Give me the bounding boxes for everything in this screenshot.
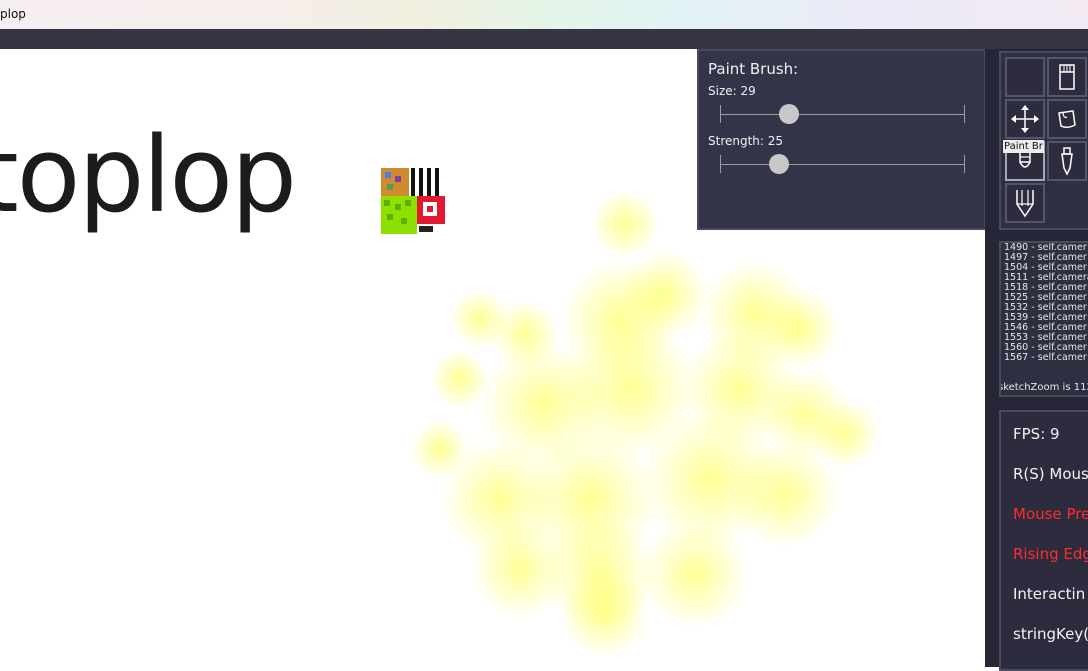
size-label: Size: 29	[708, 84, 756, 98]
log-console[interactable]: 1490 - self.camer 1497 - self.camer 1504…	[999, 241, 1088, 397]
string-key-readout: stringKey(	[1013, 625, 1088, 643]
paint-brush-panel: Paint Brush: Size: 29 Strength: 25	[697, 49, 986, 230]
slider-min-cap	[720, 155, 721, 173]
slider-max-cap	[964, 105, 965, 123]
fps-readout: FPS: 9	[1013, 425, 1060, 443]
menu-bar	[0, 29, 1088, 49]
strength-slider[interactable]	[720, 154, 965, 174]
pen-tool-button[interactable]	[1005, 183, 1045, 223]
zoom-status: sketchZoom is 112	[999, 382, 1088, 393]
pen-icon	[1016, 190, 1034, 218]
log-lines: 1490 - self.camer 1497 - self.camer 1504…	[1004, 243, 1088, 363]
dropper-icon	[1061, 147, 1073, 176]
bucket-tool-button[interactable]	[1047, 99, 1087, 139]
eraser-icon	[1059, 64, 1075, 90]
size-slider[interactable]	[720, 104, 965, 124]
interacting-readout: Interactin	[1013, 585, 1086, 603]
panel-title: Paint Brush:	[708, 60, 799, 78]
bucket-icon	[1058, 110, 1076, 129]
mouse-readout: R(S) Mous	[1013, 465, 1088, 483]
slider-max-cap	[964, 155, 965, 173]
move-arrows-icon	[1011, 105, 1039, 133]
eraser-tool-button[interactable]	[1047, 57, 1087, 97]
window-title: plop	[0, 7, 26, 21]
dropper-tool-button[interactable]	[1047, 141, 1087, 181]
slider-min-cap	[720, 105, 721, 123]
window-titlebar: plop	[0, 0, 1088, 29]
strength-slider-knob[interactable]	[769, 154, 789, 174]
pixel-logo-icon	[381, 168, 445, 234]
blank-tool-button[interactable]	[1005, 57, 1045, 97]
logo-text: toplop	[0, 114, 297, 236]
rising-edge-readout: Rising Edg	[1013, 545, 1088, 563]
debug-panel: FPS: 9 R(S) Mous Mouse Pre Rising Edg In…	[999, 410, 1088, 671]
mouse-pressed-readout: Mouse Pre	[1013, 505, 1088, 523]
size-slider-knob[interactable]	[779, 104, 799, 124]
log-line: 1567 - self.camer	[1004, 352, 1087, 363]
tool-tooltip: Paint Br	[1003, 140, 1044, 153]
strength-label: Strength: 25	[708, 134, 784, 148]
move-tool-button[interactable]	[1005, 99, 1045, 139]
